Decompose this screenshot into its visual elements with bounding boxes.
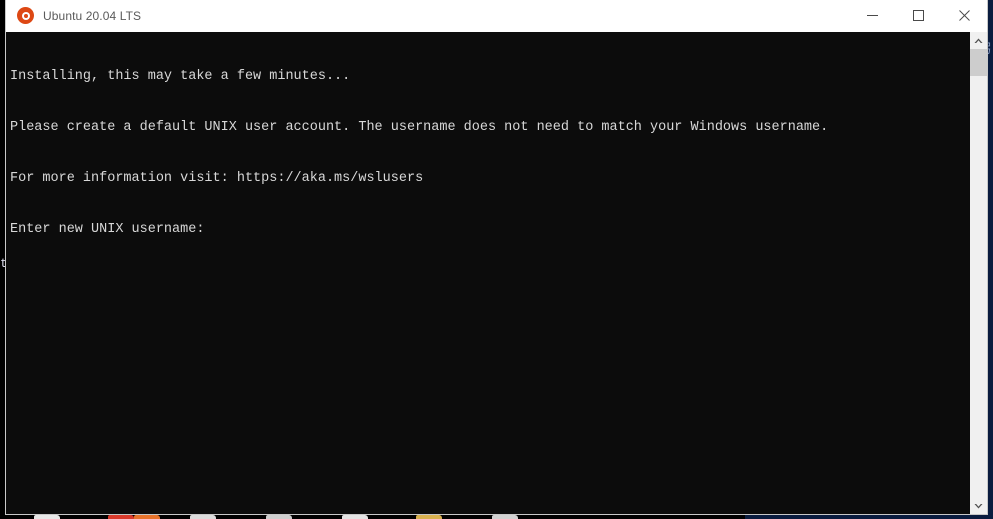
window-titlebar[interactable]: Ubuntu 20.04 LTS xyxy=(6,0,987,32)
taskbar-icon-4[interactable] xyxy=(190,515,216,519)
taskbar-icon-5[interactable] xyxy=(266,515,292,519)
minimize-button[interactable] xyxy=(849,0,895,31)
scroll-down-arrow-icon[interactable] xyxy=(970,497,987,514)
taskbar-icon-3[interactable] xyxy=(134,515,160,519)
console-body[interactable]: Installing, this may take a few minutes.… xyxy=(6,32,987,514)
scrollbar-thumb[interactable] xyxy=(970,49,987,76)
taskbar-icon-8[interactable] xyxy=(492,515,518,519)
taskbar-icon-1[interactable] xyxy=(34,515,60,519)
terminal-output[interactable]: Installing, this may take a few minutes.… xyxy=(6,32,969,514)
terminal-prompt-line: Enter new UNIX username: xyxy=(10,222,213,237)
maximize-button[interactable] xyxy=(895,0,941,31)
vertical-scrollbar[interactable] xyxy=(969,32,987,514)
ubuntu-logo-icon xyxy=(17,7,34,24)
taskbar-icon-6[interactable] xyxy=(342,515,368,519)
taskbar-icon-2[interactable] xyxy=(108,515,134,519)
terminal-line: Installing, this may take a few minutes.… xyxy=(10,69,351,84)
ubuntu-console-window: Ubuntu 20.04 LTS Installing, this may ta… xyxy=(6,0,987,514)
terminal-line: Please create a default UNIX user accoun… xyxy=(10,120,829,135)
close-button[interactable] xyxy=(941,0,987,31)
scrollbar-track[interactable] xyxy=(970,49,987,497)
window-title: Ubuntu 20.04 LTS xyxy=(43,8,142,23)
terminal-line: For more information visit: https://aka.… xyxy=(10,171,424,186)
taskbar-icon-7[interactable] xyxy=(416,515,442,519)
scroll-up-arrow-icon[interactable] xyxy=(970,32,987,49)
